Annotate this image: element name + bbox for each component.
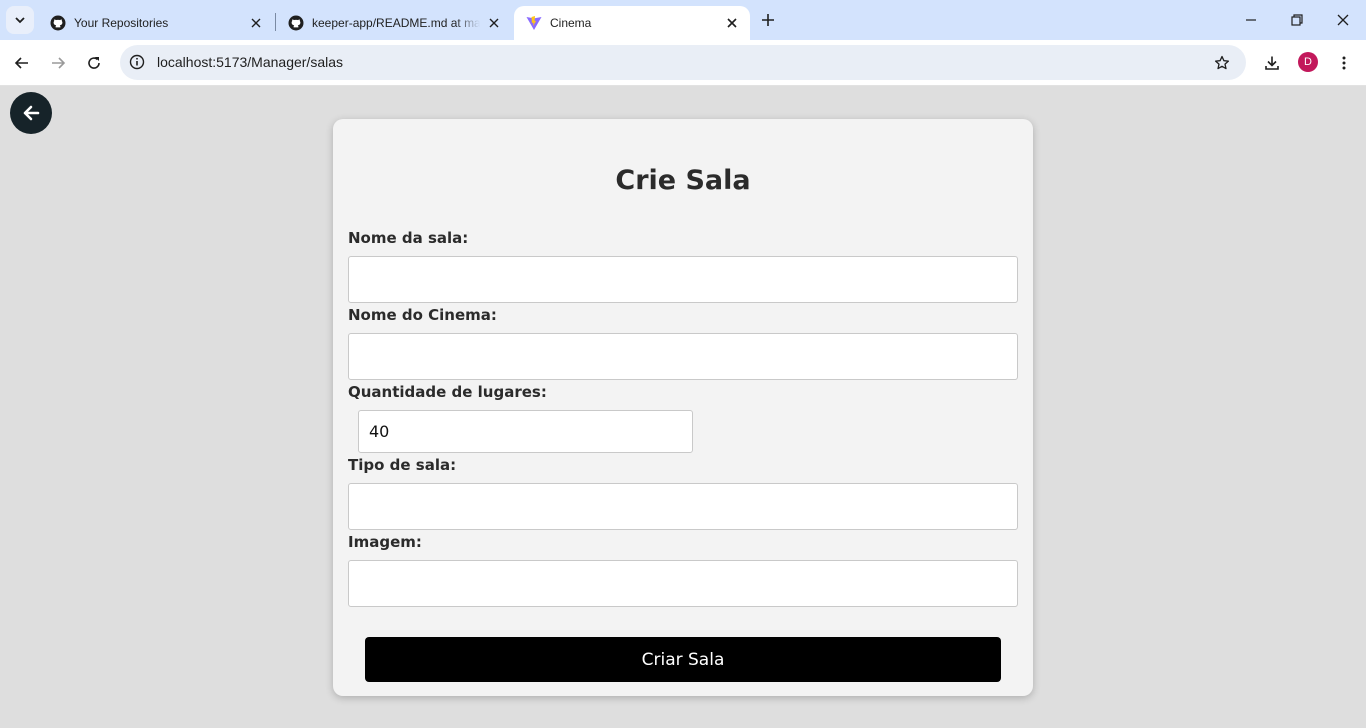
restore-icon xyxy=(1291,14,1303,26)
browser-menu-button[interactable] xyxy=(1329,48,1359,78)
back-button[interactable] xyxy=(10,92,52,134)
vite-icon xyxy=(526,15,542,31)
close-window-button[interactable] xyxy=(1320,0,1366,40)
reload-button[interactable] xyxy=(79,48,109,78)
cinema-name-label: Nome do Cinema: xyxy=(348,306,497,324)
image-input[interactable] xyxy=(348,560,1018,607)
back-nav-button[interactable] xyxy=(7,48,37,78)
tab-search-button[interactable] xyxy=(6,6,34,34)
chevron-down-icon xyxy=(15,17,25,24)
address-bar[interactable]: localhost:5173/Manager/salas xyxy=(120,45,1246,80)
reload-icon xyxy=(88,57,100,69)
room-type-input[interactable] xyxy=(348,483,1018,530)
site-info-icon[interactable] xyxy=(128,53,146,71)
forward-nav-button[interactable] xyxy=(43,48,73,78)
seat-count-input[interactable] xyxy=(358,410,693,453)
download-icon xyxy=(1265,56,1279,70)
tab-your-repositories[interactable]: Your Repositories xyxy=(38,6,274,40)
create-room-button[interactable]: Criar Sala xyxy=(365,637,1001,682)
restore-button[interactable] xyxy=(1274,0,1320,40)
minimize-button[interactable] xyxy=(1228,0,1274,40)
profile-avatar[interactable]: D xyxy=(1298,52,1318,72)
image-label: Imagem: xyxy=(348,533,422,551)
close-icon xyxy=(1337,14,1349,26)
url-text: localhost:5173/Manager/salas xyxy=(157,54,344,70)
github-icon xyxy=(50,15,66,31)
room-name-input[interactable] xyxy=(348,256,1018,303)
github-icon xyxy=(288,15,304,31)
tab-cinema[interactable]: Cinema xyxy=(514,6,750,40)
downloads-button[interactable] xyxy=(1257,48,1287,78)
page-title: Crie Sala xyxy=(615,165,751,196)
tab-title: keeper-app/README.md at main xyxy=(312,16,480,30)
tab-title: Your Repositories xyxy=(74,16,169,30)
tab-title: Cinema xyxy=(550,16,592,30)
create-room-form: Crie Sala Nome da sala: Nome do Cinema: … xyxy=(333,119,1033,696)
room-name-label: Nome da sala: xyxy=(348,229,469,247)
bookmark-star-icon[interactable] xyxy=(1212,53,1232,73)
minimize-icon xyxy=(1246,19,1256,21)
arrow-left-icon xyxy=(14,57,28,69)
browser-toolbar: localhost:5173/Manager/salas D xyxy=(0,40,1366,86)
close-icon[interactable] xyxy=(248,15,264,31)
arrow-right-icon xyxy=(52,57,66,69)
browser-tab-strip: Your Repositories keeper-app/README.md a… xyxy=(0,0,1366,40)
arrow-left-icon xyxy=(23,105,40,121)
more-vertical-icon xyxy=(1342,56,1346,70)
close-icon[interactable] xyxy=(724,15,740,31)
seat-count-label: Quantidade de lugares: xyxy=(348,383,547,401)
new-tab-button[interactable] xyxy=(756,8,780,32)
room-type-label: Tipo de sala: xyxy=(348,456,457,474)
cinema-name-input[interactable] xyxy=(348,333,1018,380)
tab-keeper-readme[interactable]: keeper-app/README.md at main xyxy=(276,6,512,40)
close-icon[interactable] xyxy=(486,15,502,31)
plus-icon xyxy=(762,14,774,26)
